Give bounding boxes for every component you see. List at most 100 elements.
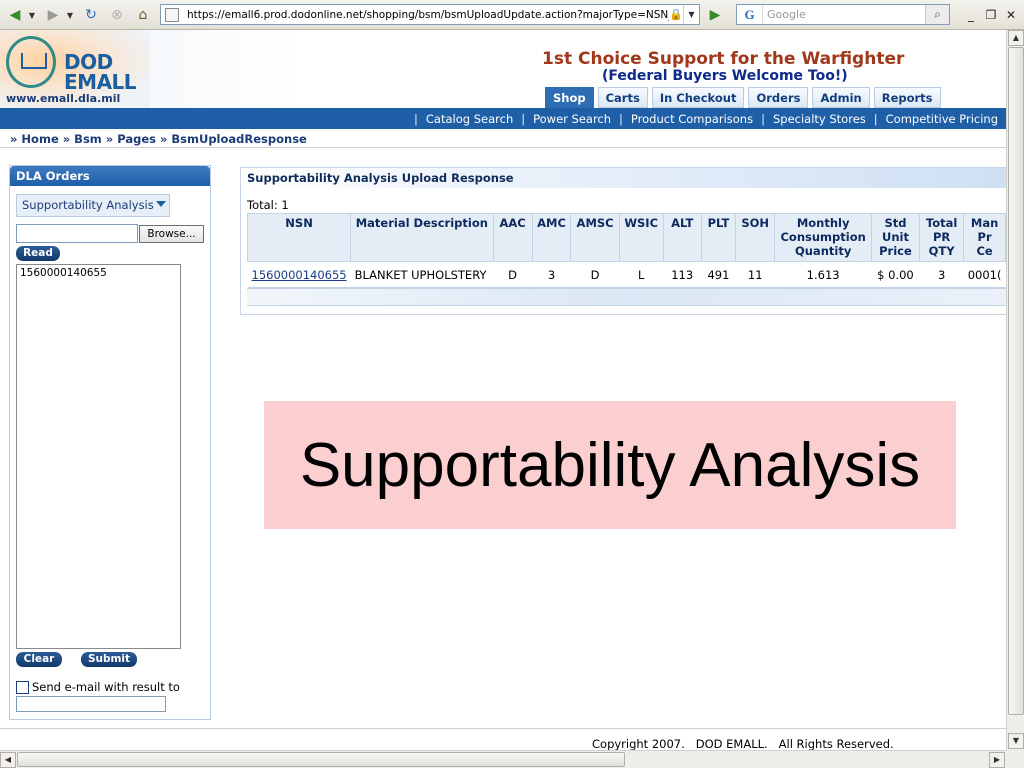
vertical-scroll-thumb[interactable] xyxy=(1008,47,1024,715)
horizontal-scroll-thumb[interactable] xyxy=(17,752,625,767)
back-icon[interactable]: ◀ xyxy=(4,4,26,26)
page-icon xyxy=(165,7,179,22)
forward-dropdown-icon[interactable]: ▼ xyxy=(64,4,76,26)
table-header-row: NSN Material Description AAC AMC AMSC WS… xyxy=(246,213,1006,262)
tab-orders[interactable]: Orders xyxy=(748,87,809,108)
cell-aac: D xyxy=(493,261,533,288)
restore-icon[interactable]: ❐ xyxy=(982,6,1000,24)
cell-alt: 113 xyxy=(663,261,702,288)
scrollbar-corner xyxy=(1006,750,1024,768)
results-title: Supportability Analysis Upload Response xyxy=(241,168,1006,188)
scroll-left-icon[interactable]: ◀ xyxy=(0,752,16,768)
site-header: DOD EMALL www.emall.dla.mil 1st Choice S… xyxy=(0,30,1006,108)
col-std-unit-price[interactable]: Std Unit Price xyxy=(870,213,921,262)
reload-icon[interactable]: ↻ xyxy=(80,4,102,26)
home-icon[interactable]: ⌂ xyxy=(132,4,154,26)
cell-amc: 3 xyxy=(532,261,571,288)
google-engine-icon[interactable]: G xyxy=(737,5,763,24)
col-nsn[interactable]: NSN xyxy=(246,213,352,262)
read-button[interactable]: Read xyxy=(16,246,60,261)
browse-button[interactable]: Browse... xyxy=(139,225,204,243)
results-table: NSN Material Description AAC AMC AMSC WS… xyxy=(246,213,1006,288)
cell-total-pr-qty: 3 xyxy=(919,261,964,288)
dod-emall-logo[interactable]: DOD EMALL www.emall.dla.mil xyxy=(0,30,150,108)
col-man-pr-ce[interactable]: Man Pr Ce xyxy=(963,213,1006,262)
results-panel: Supportability Analysis Upload Response … xyxy=(240,167,1007,315)
chevron-down-icon[interactable] xyxy=(156,201,166,207)
col-amc[interactable]: AMC xyxy=(531,213,572,262)
email-field[interactable] xyxy=(16,696,166,712)
nav-power-search[interactable]: Power Search xyxy=(533,112,611,126)
nav-specialty-stores[interactable]: Specialty Stores xyxy=(773,112,866,126)
nav-bar: | Catalog Search | Power Search | Produc… xyxy=(0,108,1006,129)
col-soh[interactable]: SOH xyxy=(735,213,776,262)
panel-title: DLA Orders xyxy=(10,166,210,186)
browser-toolbar: ◀ ▼ ▶ ▼ ↻ ⊗ ⌂ https://emall6.prod.dodonl… xyxy=(0,0,1024,30)
scroll-up-icon[interactable]: ▲ xyxy=(1008,30,1024,46)
subtagline: (Federal Buyers Welcome Too!) xyxy=(602,68,848,84)
table-footer-band xyxy=(247,288,1007,306)
go-icon[interactable]: ▶ xyxy=(704,5,726,25)
search-box[interactable]: G Google ⌕ xyxy=(736,4,950,25)
search-input[interactable]: Google xyxy=(763,8,925,21)
col-monthly-consumption[interactable]: Monthly Consumption Quantity xyxy=(774,213,872,262)
cell-wsic: L xyxy=(619,261,664,288)
nav-catalog-search[interactable]: Catalog Search xyxy=(426,112,513,126)
nav-competitive-pricing[interactable]: Competitive Pricing xyxy=(886,112,998,126)
send-email-checkbox[interactable] xyxy=(16,681,29,694)
tab-shop[interactable]: Shop xyxy=(545,87,594,108)
col-material-description[interactable]: Material Description xyxy=(350,213,494,262)
nsn-link[interactable]: 1560000140655 xyxy=(247,261,351,288)
cell-amsc: D xyxy=(570,261,620,288)
tab-reports[interactable]: Reports xyxy=(873,87,941,108)
cell-material-description: BLANKET UPHOLSTERY xyxy=(350,261,494,288)
divider xyxy=(0,147,1006,148)
lock-icon[interactable]: 🔒 xyxy=(669,8,683,22)
cell-man-pr-ce: 0001( xyxy=(963,261,1006,288)
submit-button[interactable]: Submit xyxy=(81,652,137,667)
horizontal-scrollbar[interactable]: ◀ ▶ xyxy=(0,750,1006,768)
back-dropdown-icon[interactable]: ▼ xyxy=(26,4,38,26)
cell-monthly-consumption: 1.613 xyxy=(774,261,872,288)
tab-in-checkout[interactable]: In Checkout xyxy=(651,87,745,108)
forward-icon[interactable]: ▶ xyxy=(42,4,64,26)
logo-text-emall: EMALL xyxy=(64,70,137,94)
col-total-pr-qty[interactable]: Total PR QTY xyxy=(919,213,965,262)
table-row: 1560000140655 BLANKET UPHOLSTERY D 3 D L… xyxy=(247,261,1006,288)
col-alt[interactable]: ALT xyxy=(662,213,702,262)
main-tabs: Shop Carts In Checkout Orders Admin Repo… xyxy=(545,87,941,108)
tab-carts[interactable]: Carts xyxy=(597,87,648,108)
nsn-textarea[interactable]: 1560000140655 xyxy=(16,264,181,649)
nav-product-comparisons[interactable]: Product Comparisons xyxy=(631,112,753,126)
divider xyxy=(0,728,1006,729)
tab-admin[interactable]: Admin xyxy=(812,87,870,108)
vertical-scrollbar[interactable]: ▲ ▼ xyxy=(1006,30,1024,750)
clear-button[interactable]: Clear xyxy=(16,652,62,667)
analysis-type-select[interactable]: Supportability Analysis xyxy=(16,194,170,217)
col-amsc[interactable]: AMSC xyxy=(570,213,620,262)
breadcrumb[interactable]: » Home » Bsm » Pages » BsmUploadResponse xyxy=(10,132,307,146)
copyright: Copyright 2007. DOD EMALL. All Rights Re… xyxy=(592,737,894,751)
minimize-icon[interactable]: _ xyxy=(962,6,980,24)
cell-plt: 491 xyxy=(701,261,736,288)
cart-globe-icon xyxy=(6,36,56,88)
cell-soh: 11 xyxy=(735,261,775,288)
select-value: Supportability Analysis xyxy=(22,198,154,212)
send-email-label: Send e-mail with result to xyxy=(32,680,180,694)
close-icon[interactable]: ✕ xyxy=(1002,6,1020,24)
file-path-input[interactable] xyxy=(16,224,138,243)
search-icon[interactable]: ⌕ xyxy=(925,5,949,24)
col-wsic[interactable]: WSIC xyxy=(618,213,664,262)
col-aac[interactable]: AAC xyxy=(492,213,533,262)
results-total: Total: 1 xyxy=(247,198,289,212)
address-url[interactable]: https://emall6.prod.dodonline.net/shoppi… xyxy=(187,9,669,21)
dla-orders-panel: DLA Orders Supportability Analysis Brows… xyxy=(9,165,211,720)
scroll-right-icon[interactable]: ▶ xyxy=(989,752,1005,768)
cell-std-unit-price: $ 0.00 xyxy=(871,261,920,288)
address-bar[interactable]: https://emall6.prod.dodonline.net/shoppi… xyxy=(160,4,700,25)
tagline: 1st Choice Support for the Warfighter xyxy=(542,49,905,69)
scroll-down-icon[interactable]: ▼ xyxy=(1008,733,1024,749)
col-plt[interactable]: PLT xyxy=(700,213,737,262)
stop-icon[interactable]: ⊗ xyxy=(106,4,128,26)
address-dropdown-icon[interactable]: ▼ xyxy=(683,5,699,24)
